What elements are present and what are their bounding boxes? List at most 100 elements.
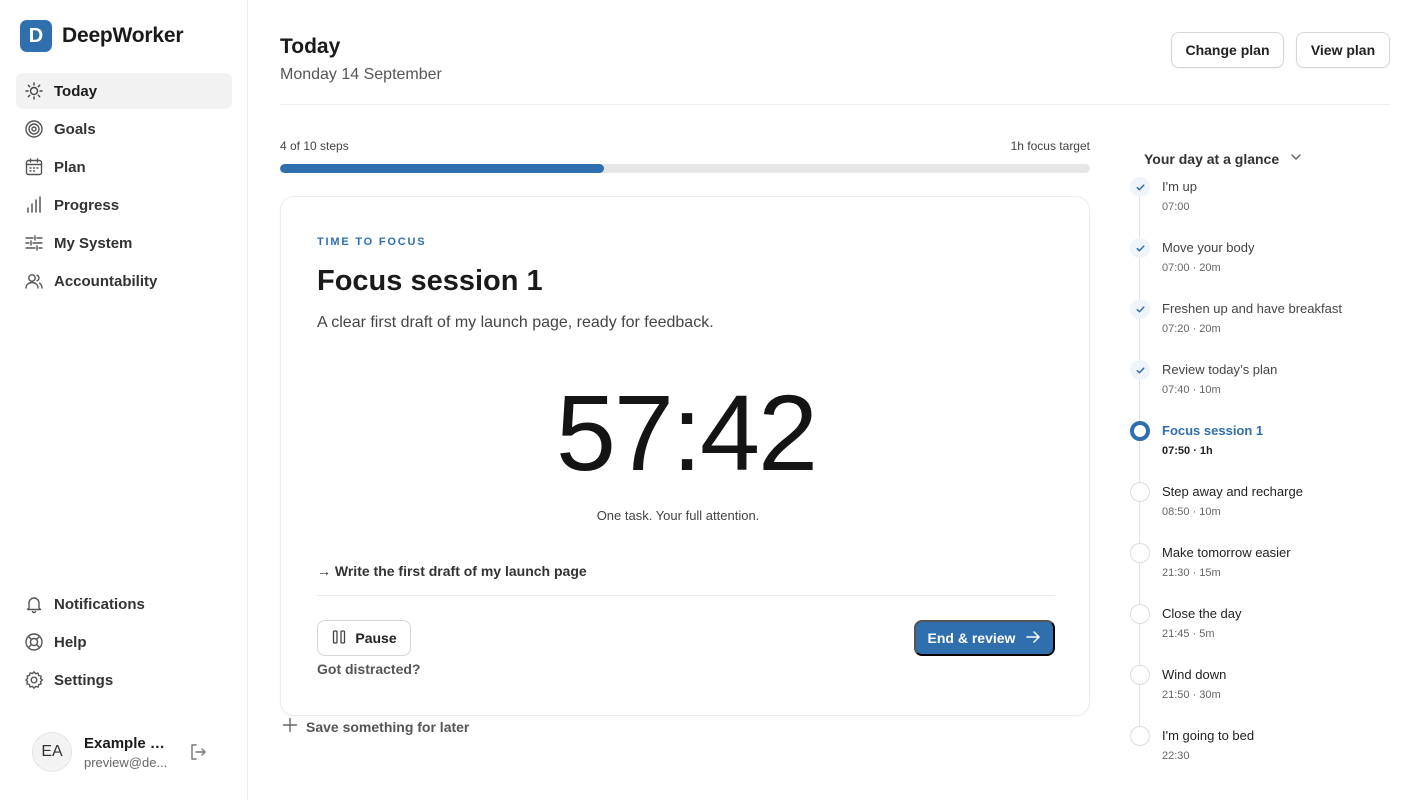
card-divider [317, 595, 1055, 596]
upcoming-step-marker [1130, 665, 1150, 685]
sidebar-item-plan[interactable]: Plan [16, 149, 232, 185]
sidebar-item-today[interactable]: Today [16, 73, 232, 109]
sidebar-item-accountability[interactable]: Accountability [16, 263, 232, 299]
sidebar-item-label: Help [54, 633, 87, 651]
app-logo: D [20, 20, 52, 52]
timeline-item-time: 07:20 · 20m [1162, 323, 1221, 335]
timeline-item-title: I'm going to bed [1162, 728, 1255, 743]
timeline-item[interactable]: Review today’s plan 07:40 · 10m [1128, 359, 1398, 420]
focus-card: TIME TO FOCUS Focus session 1 A clear fi… [280, 196, 1090, 716]
check-icon [1130, 299, 1150, 319]
current-step-marker [1130, 421, 1150, 441]
timeline-item[interactable]: Make tomorrow easier 21:30 · 15m [1128, 542, 1398, 603]
timer-caption: One task. Your full attention. [596, 508, 760, 523]
timeline-item[interactable]: Step away and recharge 08:50 · 10m [1128, 481, 1398, 542]
sidebar-item-label: Accountability [54, 272, 158, 290]
arrow-right-icon [1025, 629, 1041, 648]
user-profile[interactable]: EA Example a... preview@de... [32, 732, 212, 772]
upcoming-step-marker [1130, 482, 1150, 502]
secondary-nav: Notifications Help Settings [16, 586, 232, 700]
sidebar: D DeepWorker Today Goals Plan Progress M… [0, 0, 248, 800]
gear-icon [24, 670, 44, 690]
upcoming-step-marker [1130, 604, 1150, 624]
sidebar-item-label: Notifications [54, 595, 145, 613]
timeline-item[interactable]: I'm going to bed 22:30 [1128, 725, 1398, 786]
plus-icon [282, 717, 298, 736]
page-date: Monday 14 September [280, 66, 442, 83]
sidebar-item-label: Goals [54, 120, 96, 138]
timeline-item-time: 07:50 · 1h [1162, 445, 1213, 457]
timeline-item-time: 21:45 · 5m [1162, 628, 1215, 640]
day-glance-toggle[interactable]: Your day at a glance [1144, 150, 1303, 167]
timeline-item-title: Move your body [1162, 240, 1255, 255]
session-goal: A clear first draft of my launch page, r… [317, 314, 714, 331]
timeline-item-title: Close the day [1162, 606, 1242, 621]
sidebar-item-settings[interactable]: Settings [16, 662, 232, 698]
sidebar-item-progress[interactable]: Progress [16, 187, 232, 223]
target-icon [24, 119, 44, 139]
sidebar-item-my-system[interactable]: My System [16, 225, 232, 261]
upcoming-step-marker [1130, 543, 1150, 563]
day-glance-title: Your day at a glance [1144, 150, 1280, 167]
timeline-item-title: Make tomorrow easier [1162, 545, 1291, 560]
upcoming-step-marker [1130, 726, 1150, 746]
pause-icon [331, 629, 347, 648]
save-later-label: Save something for later [306, 718, 470, 735]
timeline-item-title: Freshen up and have breakfast [1162, 301, 1342, 316]
sidebar-item-goals[interactable]: Goals [16, 111, 232, 147]
timeline-item-time: 07:40 · 10m [1162, 384, 1221, 396]
progress-fill [280, 164, 604, 173]
sidebar-item-notifications[interactable]: Notifications [16, 586, 232, 622]
timeline-item-title: Step away and recharge [1162, 484, 1303, 499]
sidebar-item-help[interactable]: Help [16, 624, 232, 660]
end-review-button[interactable]: End & review [914, 620, 1055, 656]
focus-target-label: 1h focus target [1010, 139, 1090, 153]
timeline-item-time: 21:30 · 15m [1162, 567, 1221, 579]
avatar: EA [32, 732, 72, 772]
timeline-item-title: Review today’s plan [1162, 362, 1278, 377]
timeline-item[interactable]: I'm up 07:00 [1128, 176, 1398, 237]
calendar-icon [24, 157, 44, 177]
sliders-icon [24, 233, 44, 253]
change-plan-button[interactable]: Change plan [1171, 32, 1284, 68]
timeline-item[interactable]: Move your body 07:00 · 20m [1128, 237, 1398, 298]
header-divider [280, 104, 1390, 105]
check-icon [1130, 238, 1150, 258]
timeline-item-time: 07:00 · 20m [1162, 262, 1221, 274]
timeline-item[interactable]: Freshen up and have breakfast 07:20 · 20m [1128, 298, 1398, 359]
save-for-later-button[interactable]: Save something for later [282, 717, 469, 736]
end-review-label: End & review [927, 630, 1016, 646]
page-title: Today [280, 35, 341, 58]
brand[interactable]: D DeepWorker [20, 20, 184, 52]
current-task: → Write the first draft of my launch pag… [317, 563, 587, 579]
timeline-item-time: 21:50 · 30m [1162, 689, 1221, 701]
sidebar-item-label: My System [54, 234, 133, 252]
timeline-item[interactable]: Focus session 1 07:50 · 1h [1128, 420, 1398, 481]
timeline-item-time: 22:30 [1162, 750, 1190, 762]
timeline-item-title: Focus session 1 [1162, 423, 1264, 438]
timeline-item[interactable]: Wind down 21:50 · 30m [1128, 664, 1398, 725]
user-name: Example a... [84, 734, 170, 752]
user-email: preview@de... [84, 754, 168, 770]
pause-label: Pause [355, 630, 397, 646]
logout-icon[interactable] [188, 742, 208, 762]
app-name: DeepWorker [62, 24, 184, 47]
chevron-down-icon [1289, 150, 1303, 167]
timeline-item-title: I'm up [1162, 179, 1197, 194]
bell-icon [24, 594, 44, 614]
view-plan-button[interactable]: View plan [1296, 32, 1390, 68]
check-icon [1130, 360, 1150, 380]
got-distracted-link[interactable]: Got distracted? [317, 661, 420, 677]
timeline-item-time: 07:00 [1162, 201, 1190, 213]
sidebar-item-label: Settings [54, 671, 114, 689]
bar-chart-icon [24, 195, 44, 215]
timeline-item-time: 08:50 · 10m [1162, 506, 1221, 518]
timeline-item[interactable]: Close the day 21:45 · 5m [1128, 603, 1398, 664]
pause-button[interactable]: Pause [317, 620, 411, 656]
steps-progress-label: 4 of 10 steps [280, 139, 349, 153]
user-details: Example a... preview@de... [84, 735, 170, 770]
sun-icon [24, 81, 44, 101]
check-icon [1130, 177, 1150, 197]
users-icon [24, 271, 44, 291]
sidebar-item-label: Progress [54, 196, 120, 214]
